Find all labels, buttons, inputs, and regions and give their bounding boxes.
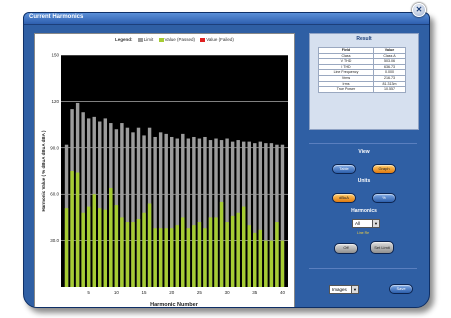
units-label: Units <box>357 178 371 184</box>
result-table: Field Value Class Class A V THD 503.06 I T… <box>318 47 406 93</box>
bar-value-34 <box>247 225 251 287</box>
graph-view-button[interactable]: Graph <box>372 164 396 174</box>
bar-value-36 <box>258 229 263 287</box>
bar-value-2 <box>70 171 74 287</box>
bar-value-10 <box>114 205 119 287</box>
x-tick-label: 30 <box>225 290 231 295</box>
bar-value-9 <box>109 188 113 287</box>
bar-value-26 <box>203 228 207 287</box>
bar-value-13 <box>131 222 135 287</box>
x-tick-label: 20 <box>169 290 175 295</box>
bar-value-5 <box>86 206 91 287</box>
bar-value-29 <box>219 201 224 287</box>
divider-bottom <box>309 268 417 269</box>
bar-value-15 <box>142 212 146 287</box>
bar-value-17 <box>153 228 157 287</box>
bar-value-25 <box>197 222 202 287</box>
chevron-down-icon: ▼ <box>372 220 379 227</box>
y-tick-label: 150 <box>51 53 59 58</box>
window-title: Current Harmonics <box>29 14 84 20</box>
close-icon[interactable]: ✕ <box>412 3 426 17</box>
harmonics-selected-value: All <box>355 221 361 226</box>
current-harmonics-window: Current Harmonics Legend: Limit Value (P… <box>23 12 430 308</box>
bar-value-23 <box>186 228 191 287</box>
bar-value-33 <box>241 206 246 287</box>
x-tick-label: 40 <box>280 290 286 295</box>
bar-value-27 <box>208 217 213 287</box>
bar-value-11 <box>120 217 124 287</box>
chart-panel: Legend: Limit Value (Passed) Value (Fail… <box>34 33 295 308</box>
x-axis-label: Harmonic Number <box>150 302 199 308</box>
y-tick-label: 90.0 <box>50 145 59 150</box>
chevron-down-icon: ▼ <box>351 286 358 293</box>
bar-value-20 <box>170 228 174 287</box>
bar-value-12 <box>125 222 130 287</box>
save-button[interactable]: Save <box>389 284 413 294</box>
harmonics-chart: 150 120 90.0 60.0 30.0 5 10 15 20 25 30 35 40 Harmo… <box>41 53 288 308</box>
y-tick-label: 120 <box>51 99 59 104</box>
x-tick-label: 5 <box>87 290 90 295</box>
bar-value-38 <box>269 240 274 287</box>
bar-value-16 <box>147 203 152 287</box>
off-button[interactable]: Off <box>334 243 358 254</box>
y-tick-label: 60.0 <box>50 192 59 197</box>
bar-value-31 <box>230 215 235 287</box>
bar-value-18 <box>158 228 163 287</box>
bar-value-39 <box>275 222 279 287</box>
percent-units-button[interactable]: % <box>372 193 396 203</box>
bar-value-1 <box>64 208 69 287</box>
bar-value-24 <box>192 225 196 287</box>
bar-value-32 <box>236 212 240 287</box>
y-tick-label: 30.0 <box>50 238 59 243</box>
view-label: View <box>358 149 370 155</box>
bar-value-28 <box>214 217 218 287</box>
x-tick-label: 10 <box>114 290 120 295</box>
bar-value-3 <box>75 172 80 287</box>
table-view-button[interactable]: Table <box>332 164 356 174</box>
harmonics-label: Harmonics <box>351 208 377 214</box>
divider <box>309 143 417 144</box>
format-select[interactable]: Images ▼ <box>329 285 359 294</box>
x-tick-label: 25 <box>197 290 203 295</box>
y-axis-label: Harmonic Value ( % dBuA dBuA dBA ) <box>41 130 46 212</box>
harmonics-select[interactable]: All ▼ <box>352 219 380 228</box>
title-bar: Current Harmonics <box>24 13 429 25</box>
bar-value-35 <box>253 232 257 287</box>
bar-value-21 <box>175 225 179 287</box>
result-panel: Result Field Value Class Class A V THD 503… <box>309 33 419 130</box>
dbua-units-button[interactable]: dBuA <box>332 193 356 203</box>
bar-value-4 <box>81 212 85 287</box>
cell: True Power <box>318 86 374 93</box>
cell: 10.557 <box>373 86 406 93</box>
format-selected-value: Images <box>332 287 347 292</box>
bar-value-6 <box>92 194 96 287</box>
bar-value-14 <box>136 218 141 287</box>
bar-value-8 <box>103 209 108 287</box>
bar-value-30 <box>225 222 229 287</box>
bar-value-7 <box>98 208 102 287</box>
x-tick-label: 15 <box>142 290 148 295</box>
bar-value-22 <box>181 217 185 287</box>
table-row: True Power 10.557 <box>318 86 406 93</box>
bar-value-19 <box>164 228 168 287</box>
result-title: Result <box>356 36 372 42</box>
bar-value-40 <box>280 240 285 287</box>
bar-value-37 <box>264 240 268 287</box>
x-tick-label: 35 <box>252 290 258 295</box>
small-caption: Line Re <box>357 231 370 235</box>
set-limit-button[interactable]: Set Limit <box>370 241 394 254</box>
